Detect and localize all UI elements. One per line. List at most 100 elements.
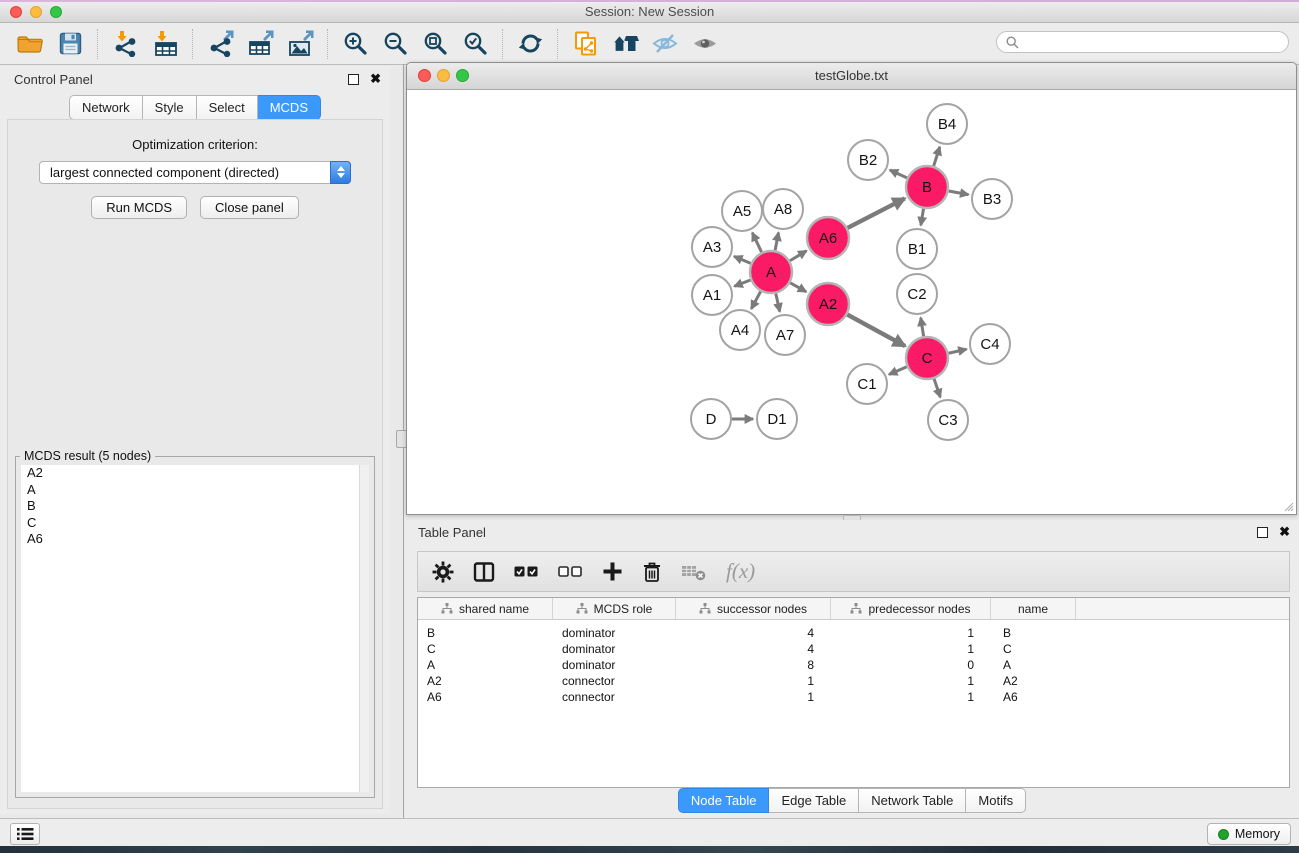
table-tab-network-table[interactable]: Network Table — [859, 788, 966, 813]
tab-network[interactable]: Network — [69, 95, 143, 120]
edge-A-A6[interactable] — [790, 251, 807, 261]
tab-mcds[interactable]: MCDS — [258, 95, 321, 120]
node-C1[interactable]: C1 — [847, 364, 887, 404]
zoom-selected-button[interactable] — [455, 26, 495, 62]
node-B3[interactable]: B3 — [972, 179, 1012, 219]
node-C4[interactable]: C4 — [970, 324, 1010, 364]
table-row[interactable]: A2connector11A2 — [418, 673, 1289, 689]
edge-B-B3[interactable] — [949, 191, 969, 195]
edge-A-A2[interactable] — [790, 283, 806, 292]
result-item[interactable]: A — [21, 482, 369, 499]
node-A6[interactable]: A6 — [807, 217, 849, 259]
zoom-in-button[interactable] — [335, 26, 375, 62]
hide-graphics-details-button[interactable] — [645, 26, 685, 62]
open-session-button[interactable] — [10, 26, 50, 62]
search-box[interactable] — [996, 31, 1289, 53]
column-header-successor-nodes[interactable]: successor nodes — [676, 598, 831, 619]
close-window-button[interactable] — [10, 6, 22, 18]
node-C3[interactable]: C3 — [928, 400, 968, 440]
network-close-button[interactable] — [418, 69, 431, 82]
tab-style[interactable]: Style — [143, 95, 197, 120]
table-settings-button[interactable] — [432, 558, 454, 586]
close-panel-button[interactable]: Close panel — [200, 196, 299, 219]
node-D1[interactable]: D1 — [757, 399, 797, 439]
edge-C-C2[interactable] — [921, 318, 924, 337]
node-C[interactable]: C — [906, 337, 948, 379]
close-table-panel-icon[interactable]: ✖ — [1279, 526, 1290, 538]
search-input[interactable] — [1025, 34, 1279, 51]
show-graphics-details-button[interactable] — [685, 26, 725, 62]
edge-B-B1[interactable] — [921, 209, 924, 226]
table-tab-edge-table[interactable]: Edge Table — [769, 788, 859, 813]
node-A8[interactable]: A8 — [763, 189, 803, 229]
zoom-fit-button[interactable] — [415, 26, 455, 62]
edge-A2-C[interactable] — [847, 315, 905, 346]
import-table-button[interactable] — [145, 26, 185, 62]
result-item[interactable]: B — [21, 498, 369, 515]
import-network-button[interactable] — [105, 26, 145, 62]
column-header-MCDS-role[interactable]: MCDS role — [553, 598, 676, 619]
edge-A-A4[interactable] — [751, 291, 760, 308]
column-header-name[interactable]: name — [991, 598, 1076, 619]
resize-grip-icon[interactable] — [1282, 500, 1294, 512]
zoom-window-button[interactable] — [50, 6, 62, 18]
show-columns-button[interactable] — [473, 558, 495, 586]
float-table-panel-icon[interactable] — [1257, 527, 1268, 538]
node-B1[interactable]: B1 — [897, 229, 937, 269]
save-session-button[interactable] — [50, 26, 90, 62]
node-B[interactable]: B — [906, 166, 948, 208]
minimize-window-button[interactable] — [30, 6, 42, 18]
export-image-button[interactable] — [280, 26, 320, 62]
edge-C-C3[interactable] — [934, 379, 940, 397]
table-tab-motifs[interactable]: Motifs — [966, 788, 1026, 813]
float-panel-icon[interactable] — [348, 74, 359, 85]
export-network-button[interactable] — [200, 26, 240, 62]
table-row[interactable]: A6connector11A6 — [418, 689, 1289, 705]
result-item[interactable]: A6 — [21, 531, 369, 548]
network-zoom-button[interactable] — [456, 69, 469, 82]
node-A[interactable]: A — [750, 251, 792, 293]
node-D[interactable]: D — [691, 399, 731, 439]
node-C2[interactable]: C2 — [897, 274, 937, 314]
result-scrollbar[interactable] — [359, 465, 369, 792]
edge-A-A7[interactable] — [776, 293, 780, 311]
edge-B-B4[interactable] — [934, 147, 940, 166]
node-A7[interactable]: A7 — [765, 315, 805, 355]
edge-A-A1[interactable] — [734, 280, 750, 286]
table-row[interactable]: Adominator80A — [418, 657, 1289, 673]
memory-button[interactable]: Memory — [1207, 823, 1291, 845]
edge-C-C4[interactable] — [948, 349, 966, 353]
create-column-button[interactable] — [602, 558, 623, 586]
edge-A6-B[interactable] — [848, 198, 905, 227]
edge-A-A8[interactable] — [775, 233, 778, 251]
node-B2[interactable]: B2 — [848, 140, 888, 180]
delete-column-button[interactable] — [642, 558, 662, 586]
show-all-views-button[interactable] — [605, 26, 645, 62]
node-A1[interactable]: A1 — [692, 275, 732, 315]
new-network-view-button[interactable] — [565, 26, 605, 62]
edge-C-C1[interactable] — [889, 367, 907, 375]
optimization-criterion-dropdown[interactable]: largest connected component (directed) — [39, 161, 351, 184]
edge-B-B2[interactable] — [890, 170, 907, 178]
close-panel-icon[interactable]: ✖ — [370, 73, 381, 85]
column-header-shared-name[interactable]: shared name — [418, 598, 553, 619]
task-history-button[interactable] — [10, 823, 40, 845]
edge-A-A3[interactable] — [734, 256, 751, 263]
node-A4[interactable]: A4 — [720, 310, 760, 350]
select-all-columns-button[interactable] — [514, 558, 539, 586]
table-row[interactable]: Bdominator41B — [418, 625, 1289, 641]
network-minimize-button[interactable] — [437, 69, 450, 82]
zoom-out-button[interactable] — [375, 26, 415, 62]
result-item[interactable]: C — [21, 515, 369, 532]
network-canvas[interactable]: A A1 A3A5A8 A4A7 A6 A2 B B2 B4B3 B1 C C2 C4 C1 C3 D D1 — [407, 90, 1296, 514]
node-A2[interactable]: A2 — [807, 283, 849, 325]
delete-table-button[interactable] — [681, 558, 707, 586]
node-B4[interactable]: B4 — [927, 104, 967, 144]
column-header-predecessor-nodes[interactable]: predecessor nodes — [831, 598, 991, 619]
node-A3[interactable]: A3 — [692, 227, 732, 267]
deselect-all-columns-button[interactable] — [558, 558, 583, 586]
node-A5[interactable]: A5 — [722, 191, 762, 231]
tab-select[interactable]: Select — [197, 95, 258, 120]
mcds-result-list[interactable]: A2ABCA6 — [21, 465, 369, 792]
result-item[interactable]: A2 — [21, 465, 369, 482]
